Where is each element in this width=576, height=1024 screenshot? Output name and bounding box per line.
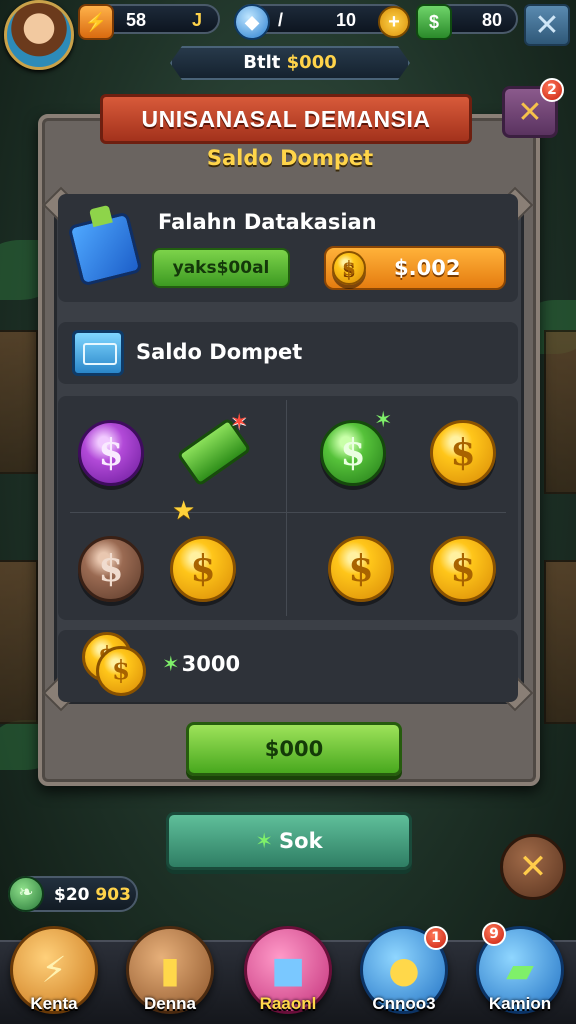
- nav-label-kenta: Kenta: [30, 994, 78, 1013]
- background-hut: [544, 560, 576, 724]
- background-hut: [0, 330, 38, 474]
- resource-gems-value-a: /: [278, 10, 284, 30]
- gold-coin-icon[interactable]: $: [430, 536, 496, 602]
- resource-energy-suffix: J: [192, 10, 203, 30]
- nav-label-raaonl: Raaonl: [259, 994, 317, 1013]
- nav-badge-kamion: 9: [482, 922, 506, 946]
- resource-pill-gems[interactable]: ◆ / 10 +: [234, 4, 410, 40]
- nav-label-denna: Denna: [144, 994, 196, 1013]
- nav-badge-cnnoo3: 1: [424, 926, 448, 950]
- gold-coin-icon[interactable]: $: [170, 536, 236, 602]
- transaction-amount-button[interactable]: $ $.002: [324, 246, 506, 290]
- grid-divider: [70, 512, 506, 513]
- side-tools-button[interactable]: ✕: [500, 834, 566, 900]
- crossed-tools-icon: ✕: [518, 847, 548, 887]
- energy-icon: ⚡: [78, 4, 114, 40]
- coin-icon: ●: [388, 949, 420, 991]
- transaction-green-button[interactable]: yaks$00al: [152, 248, 290, 288]
- nav-label-cnnoo3: Cnnoo3: [372, 994, 436, 1013]
- player-avatar[interactable]: [4, 0, 74, 70]
- confirm-button[interactable]: $000: [186, 722, 402, 776]
- balance-text: $20 903: [54, 885, 131, 905]
- crossed-tools-icon: ✕: [517, 94, 543, 130]
- nav-label-kamion: Kamion: [488, 994, 552, 1013]
- gold-coin-icon[interactable]: $: [328, 536, 394, 602]
- top-bar: ⚡ 58 J ◆ / 10 + $ 80 ✕: [0, 0, 576, 48]
- gem-icon: ◆: [234, 4, 270, 40]
- crate-icon: ■: [270, 949, 305, 991]
- leaf-icon: ❧: [8, 876, 44, 912]
- transaction-amount: $.002: [394, 256, 461, 280]
- wallet-icon: [72, 330, 124, 376]
- gold-coin-icon[interactable]: $: [430, 420, 496, 486]
- close-icon: ✕: [534, 7, 560, 43]
- purple-coin-icon[interactable]: $: [78, 420, 144, 486]
- sok-button[interactable]: ✶ Sok: [166, 812, 412, 870]
- bronze-coin-icon[interactable]: $: [78, 536, 144, 602]
- scroll-icon: ▮: [160, 949, 180, 991]
- resource-cash-value: 80: [482, 10, 503, 30]
- close-button[interactable]: ✕: [524, 4, 570, 46]
- panel-subtitle: Saldo Dompet: [206, 146, 374, 170]
- background-hut: [0, 560, 38, 724]
- grid-divider: [286, 400, 287, 616]
- coins-total: ✶3000: [162, 652, 240, 676]
- resource-gems-value-b: 10: [336, 10, 357, 30]
- panel-badge-count: 2: [540, 78, 564, 102]
- sparkle-icon: ✶: [255, 829, 274, 853]
- panel-title: UNISANASAL DEMANSIA: [100, 94, 472, 144]
- star-icon: ★: [172, 496, 196, 526]
- resource-pill-energy[interactable]: ⚡ 58 J: [78, 4, 220, 40]
- resource-pill-cash[interactable]: $ 80: [416, 4, 518, 40]
- plus-icon[interactable]: +: [378, 6, 410, 38]
- top-banner: Btlt $000: [170, 46, 410, 80]
- wallet-label: Saldo Dompet: [136, 340, 303, 364]
- sok-label: Sok: [279, 829, 323, 853]
- cash-icon: $: [416, 4, 452, 40]
- balance-prefix: $20: [54, 885, 90, 905]
- sparkle-icon: ✶: [374, 408, 393, 433]
- banner-amount: $000: [286, 52, 337, 73]
- transaction-title: Falahn Datakasian: [158, 210, 377, 234]
- coins-total-value: 3000: [181, 652, 241, 676]
- star-icon: ✶: [230, 410, 249, 435]
- banner-prefix: Btlt: [243, 52, 281, 73]
- resource-energy-value: 58: [126, 10, 147, 30]
- balance-pill[interactable]: ❧ $20 903: [8, 876, 138, 912]
- coin-icon: $: [332, 251, 366, 285]
- balance-suffix: 903: [95, 885, 131, 905]
- background-hut: [544, 330, 576, 494]
- sparkle-icon: ✶: [162, 652, 180, 676]
- cash-stack-icon: ▰: [506, 949, 534, 991]
- lightning-icon: ⚡: [41, 949, 67, 991]
- coin-stack-icon: $$: [82, 632, 148, 698]
